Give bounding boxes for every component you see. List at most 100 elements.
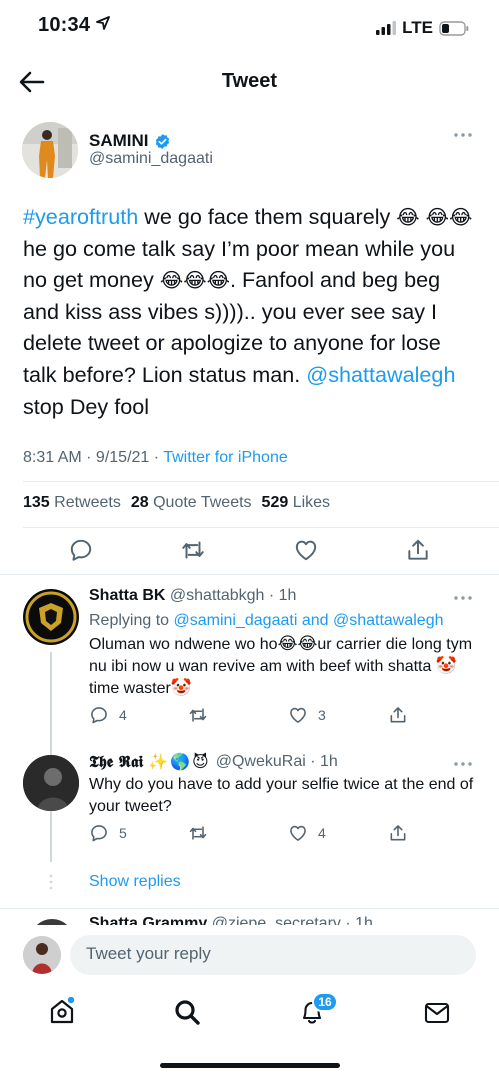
avatar-photo	[22, 122, 78, 178]
retweet-icon	[189, 708, 207, 722]
hashtag-link[interactable]: #yearoftruth	[23, 204, 138, 229]
show-replies-link[interactable]: Show replies	[89, 873, 181, 891]
timestamp-text: 8:31 AM · 9/15/21 ·	[23, 449, 164, 466]
reply-more-button[interactable]	[453, 591, 473, 605]
comment-icon	[91, 707, 107, 724]
reply-header: Shatta BK @shattabkgh · 1h	[89, 587, 296, 605]
reply-retweet-button[interactable]	[188, 705, 208, 725]
more-options-button[interactable]	[453, 128, 473, 142]
source-link[interactable]: Twitter for iPhone	[163, 449, 288, 466]
laughing-emoji: 😂	[297, 634, 318, 654]
reply-avatar[interactable]	[23, 589, 79, 645]
divider	[23, 481, 499, 482]
shield-logo-icon	[25, 591, 77, 643]
reply-share-button[interactable]	[388, 705, 408, 725]
reply-retweet-button[interactable]	[188, 823, 208, 843]
reply-author-handle[interactable]: @shattabkgh · 1h	[170, 587, 297, 604]
likes-stat[interactable]: 529 Likes	[262, 494, 331, 512]
tweet-text-part: we go face them squarely	[138, 204, 397, 229]
thread-dots	[48, 873, 54, 891]
divider	[23, 527, 499, 528]
avatar-photo	[23, 936, 61, 974]
reply-count: 5	[119, 825, 127, 841]
divider	[0, 574, 499, 575]
page-title: Tweet	[221, 70, 278, 92]
reply-button[interactable]	[68, 537, 94, 563]
reply-share-button[interactable]	[388, 823, 408, 843]
home-indicator	[160, 1063, 340, 1068]
reply-author-name: Shatta Grammy	[89, 915, 208, 925]
replying-to-prefix: Replying to	[89, 612, 174, 629]
reply-count: 4	[119, 707, 127, 723]
home-icon	[50, 997, 75, 1024]
heart-icon	[290, 707, 306, 723]
laughing-emoji: 😂	[449, 205, 473, 229]
comment-icon	[70, 539, 92, 561]
tweet-text-part: stop Dey fool	[23, 393, 150, 419]
replying-to-links[interactable]: @samini_dagaati and @shattawalegh	[174, 612, 444, 629]
author-name-text: SAMINI	[89, 131, 149, 150]
retweet-icon	[182, 541, 204, 559]
reply-more-button[interactable]	[453, 757, 473, 771]
partial-reply[interactable]: Shatta Grammy @ziepe_secretary · 1h	[0, 909, 499, 925]
reply-author-name[interactable]: Shatta BK	[89, 587, 165, 604]
reply-avatar[interactable]	[23, 755, 79, 811]
author-name[interactable]: SAMINI	[89, 131, 171, 151]
quote-tweets-stat[interactable]: 28 Quote Tweets	[131, 494, 252, 512]
partial-reply-header: Shatta Grammy @ziepe_secretary · 1h	[89, 915, 373, 925]
retweet-icon	[189, 826, 207, 840]
laughing-emoji: 😂	[206, 268, 230, 293]
nav-messages[interactable]	[423, 999, 451, 1027]
share-icon	[390, 825, 406, 841]
author-avatar[interactable]	[22, 122, 78, 178]
reply-reply-button[interactable]: 5	[89, 823, 127, 843]
reply-text-part: time waster	[89, 680, 171, 697]
replying-to: Replying to @samini_dagaati and @shattaw…	[89, 610, 443, 632]
avatar-photo	[23, 755, 79, 811]
signal-bars-icon	[376, 21, 397, 35]
retweet-button[interactable]	[180, 537, 206, 563]
reply-like-button[interactable]: 4	[288, 823, 326, 843]
reply-author-name[interactable]: 𝕿𝖍𝖊 𝕽𝖆𝖎	[89, 752, 143, 772]
like-button[interactable]	[293, 537, 319, 563]
reply-author-handle[interactable]: @QwekuRai · 1h	[216, 753, 338, 771]
ellipsis-icon	[454, 596, 472, 600]
status-time: 10:34	[38, 14, 110, 37]
share-icon	[390, 707, 406, 723]
clown-emoji: 🤡	[170, 678, 192, 698]
laughing-emoji: 😂	[425, 205, 450, 229]
share-icon	[408, 539, 428, 560]
ellipsis-icon	[454, 762, 472, 766]
like-count: 4	[318, 825, 326, 841]
reply-author-handle: @ziepe_secretary · 1h	[211, 915, 373, 925]
nav-home[interactable]	[48, 997, 76, 1025]
mention-link[interactable]: @shattawalegh	[306, 362, 455, 387]
reply-reply-button[interactable]: 4	[89, 705, 127, 725]
heart-icon	[290, 825, 306, 841]
location-arrow-icon	[96, 16, 110, 30]
heart-icon	[295, 540, 317, 561]
laughing-emoji: 😂	[277, 634, 298, 654]
laughing-emoji: 😂	[396, 205, 420, 229]
battery-icon	[439, 20, 469, 36]
nav-search[interactable]	[173, 998, 201, 1026]
comment-icon	[91, 825, 107, 842]
reply-like-button[interactable]: 3	[288, 705, 326, 725]
reply-header: 𝕿𝖍𝖊 𝕽𝖆𝖎 ✨🌎😈 @QwekuRai · 1h	[89, 752, 338, 772]
tweet-timestamp: 8:31 AM · 9/15/21 · Twitter for iPhone	[23, 449, 288, 467]
search-icon	[175, 1000, 200, 1025]
network-type: LTE	[402, 18, 433, 37]
tweet-text: #yearoftruth we go face them squarely 😂 …	[23, 201, 475, 422]
share-button[interactable]	[405, 537, 431, 563]
composer-avatar[interactable]	[23, 936, 61, 974]
retweets-stat[interactable]: 135 Retweets	[23, 494, 121, 512]
reply-input[interactable]: Tweet your reply	[70, 935, 476, 975]
reply-text: Oluman wo ndwene wo ho😂😂ur carrier die l…	[89, 634, 481, 700]
status-indicators: LTE	[376, 18, 469, 38]
clown-emoji: 🤡	[435, 656, 458, 676]
name-emojis: ✨🌎😈	[148, 752, 211, 771]
author-handle[interactable]: @samini_dagaati	[89, 150, 213, 168]
tweet-stats: 135 Retweets 28 Quote Tweets 529 Likes	[23, 494, 330, 512]
laughing-emoji: 😂	[183, 268, 207, 293]
notifications-badge: 16	[312, 992, 338, 1012]
